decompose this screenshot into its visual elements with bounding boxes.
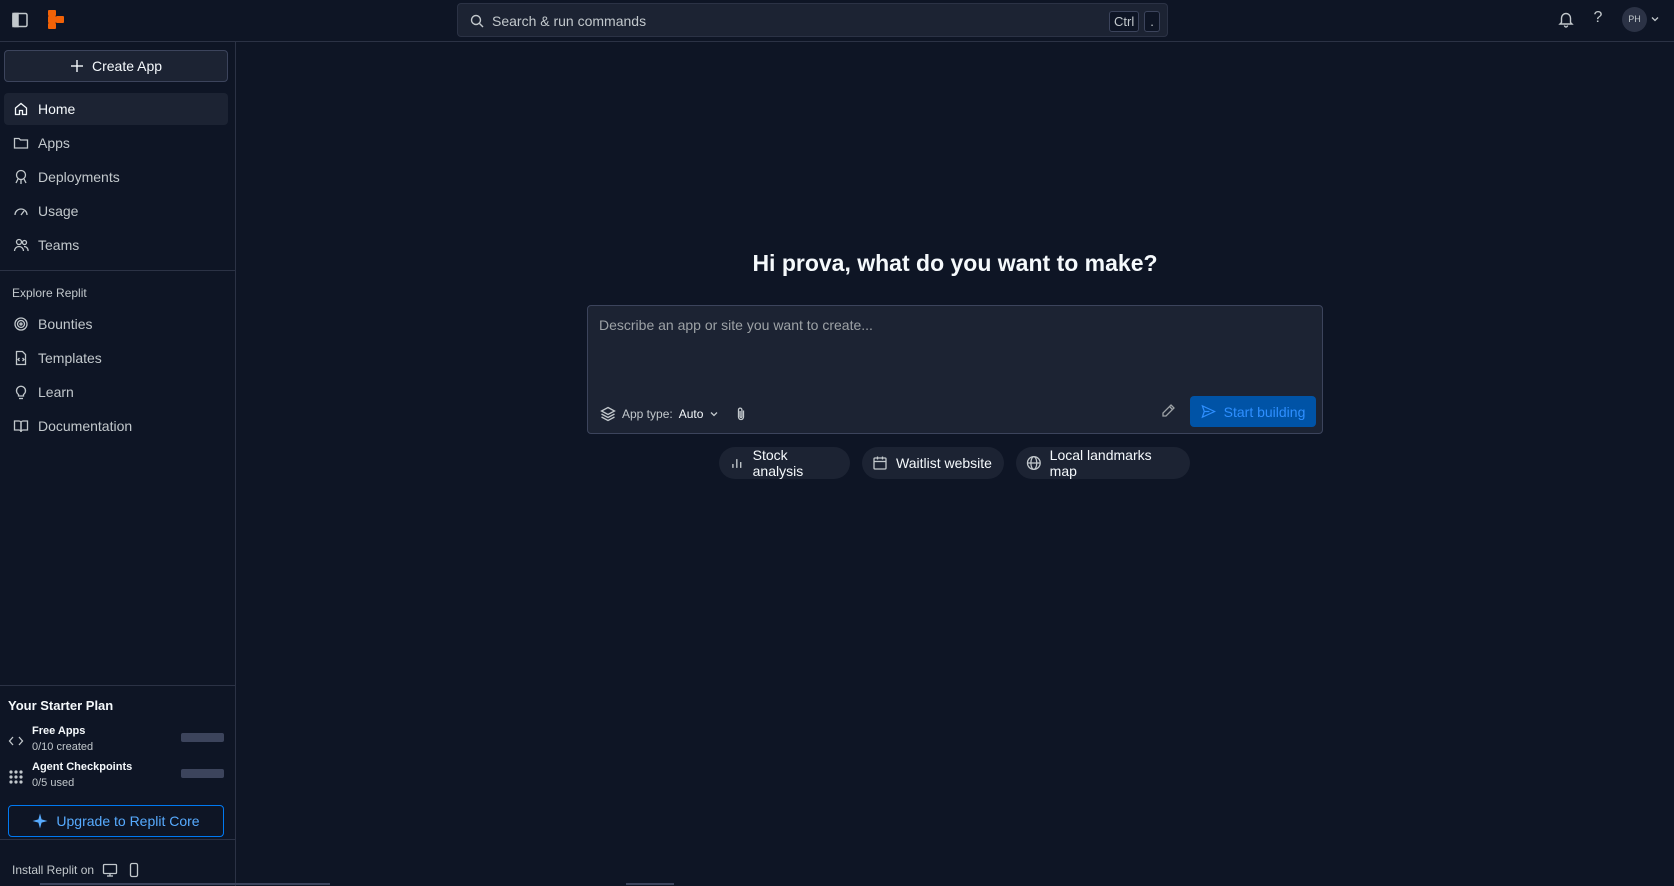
- sidebar-item-documentation[interactable]: Documentation: [4, 410, 228, 442]
- sidebar-item-templates[interactable]: Templates: [4, 342, 228, 374]
- sidebar-item-label: Deployments: [38, 169, 120, 185]
- avatar[interactable]: PH: [1622, 7, 1647, 32]
- create-app-label: Create App: [91, 58, 163, 74]
- target-icon: [13, 316, 29, 332]
- plan-progress-bar: [181, 733, 224, 742]
- sidebar-item-label: Bounties: [38, 316, 93, 332]
- top-bar: Search & run commands Ctrl . ? PH: [0, 0, 1674, 42]
- upgrade-button[interactable]: Upgrade to Replit Core: [8, 805, 224, 837]
- gauge-icon: [13, 203, 29, 219]
- search-icon: [470, 14, 484, 28]
- sidebar-item-label: Learn: [38, 384, 74, 400]
- page-title: Hi prova, what do you want to make?: [752, 250, 1158, 276]
- sidebar-item-bounties[interactable]: Bounties: [4, 308, 228, 340]
- explore-section-title: Explore Replit: [12, 286, 87, 300]
- sidebar-item-label: Documentation: [38, 418, 133, 434]
- prompt-input[interactable]: [589, 307, 1321, 385]
- app-type-label: App type:: [622, 407, 673, 421]
- bell-icon[interactable]: [1557, 10, 1575, 28]
- sidebar-item-usage[interactable]: Usage: [4, 195, 228, 227]
- sidebar-item-apps[interactable]: Apps: [4, 127, 228, 159]
- chip-waitlist-website[interactable]: Waitlist website: [862, 447, 1004, 479]
- shortcut-ctrl-key: Ctrl: [1109, 11, 1140, 32]
- book-icon: [13, 418, 29, 434]
- prompt-box: App type: Auto Start building: [587, 305, 1323, 434]
- plan-item-name: Agent Checkpoints: [32, 761, 133, 773]
- search-placeholder: Search & run commands: [492, 13, 647, 29]
- calendar-icon: [872, 455, 888, 471]
- app-type-value: Auto: [678, 407, 704, 421]
- sidebar-divider: [0, 839, 235, 840]
- code-icon: [8, 733, 24, 749]
- install-label: Install Replit on: [12, 863, 95, 877]
- paperclip-icon[interactable]: [733, 406, 749, 422]
- sidebar: Create App Home Apps Deployments Usage T…: [0, 42, 236, 886]
- sidebar-item-label: Apps: [38, 135, 70, 151]
- plan-row-free-apps: Free Apps 0/10 created: [0, 725, 235, 759]
- plan-progress-bar: [181, 769, 224, 778]
- sparkle-icon: [32, 813, 48, 829]
- sidebar-item-home[interactable]: Home: [4, 93, 228, 125]
- help-icon[interactable]: ?: [1589, 9, 1607, 29]
- horizontal-scrollbar[interactable]: [40, 883, 330, 885]
- layers-icon: [600, 406, 616, 422]
- globe-icon: [1026, 455, 1042, 471]
- sidebar-item-teams[interactable]: Teams: [4, 229, 228, 261]
- shortcut-dot-key: .: [1144, 11, 1160, 32]
- chip-stock-analysis[interactable]: Stock analysis: [719, 447, 850, 479]
- start-building-label: Start building: [1223, 403, 1306, 420]
- replit-logo-icon[interactable]: [47, 10, 65, 30]
- upgrade-label: Upgrade to Replit Core: [56, 813, 200, 829]
- chevron-down-icon[interactable]: [1650, 14, 1660, 24]
- chip-label: Waitlist website: [896, 455, 992, 471]
- plan-item-usage: 0/10 created: [32, 741, 94, 753]
- grid-dots-icon: [8, 769, 24, 785]
- sidebar-item-label: Templates: [38, 350, 102, 366]
- send-icon: [1201, 404, 1216, 419]
- install-row: Install Replit on: [12, 862, 142, 878]
- create-app-button[interactable]: Create App: [4, 50, 228, 82]
- plan-item-name: Free Apps: [32, 725, 86, 737]
- file-code-icon: [13, 350, 29, 366]
- users-icon: [13, 237, 29, 253]
- start-building-button[interactable]: Start building: [1190, 396, 1316, 427]
- chevron-down-icon: [709, 409, 719, 419]
- folder-icon: [13, 135, 29, 151]
- sidebar-item-deployments[interactable]: Deployments: [4, 161, 228, 193]
- sidebar-item-label: Home: [38, 101, 76, 117]
- rocket-icon: [13, 169, 29, 185]
- plan-row-agent-checkpoints: Agent Checkpoints 0/5 used: [0, 761, 235, 795]
- plan-item-usage: 0/5 used: [32, 777, 75, 789]
- app-type-selector[interactable]: App type: Auto: [600, 406, 719, 422]
- plan-title: Your Starter Plan: [8, 698, 114, 713]
- horizontal-scrollbar-thumb[interactable]: [626, 883, 674, 885]
- desktop-icon[interactable]: [102, 862, 118, 878]
- chip-label: Stock analysis: [752, 447, 804, 479]
- lightbulb-icon: [13, 384, 29, 400]
- sidebar-divider: [0, 685, 235, 686]
- search-bar[interactable]: Search & run commands Ctrl .: [457, 3, 1168, 37]
- chip-label: Local landmarks map: [1049, 447, 1152, 479]
- home-icon: [13, 101, 29, 117]
- sidebar-item-learn[interactable]: Learn: [4, 376, 228, 408]
- mobile-icon[interactable]: [126, 862, 142, 878]
- pencil-icon[interactable]: [1160, 403, 1176, 419]
- plus-icon: [70, 59, 84, 73]
- sidebar-item-label: Teams: [38, 237, 80, 253]
- sidebar-item-label: Usage: [38, 203, 79, 219]
- sidebar-toggle-icon[interactable]: [11, 11, 29, 29]
- bar-chart-icon: [729, 455, 745, 471]
- chip-local-landmarks-map[interactable]: Local landmarks map: [1016, 447, 1190, 479]
- sidebar-divider: [0, 270, 235, 271]
